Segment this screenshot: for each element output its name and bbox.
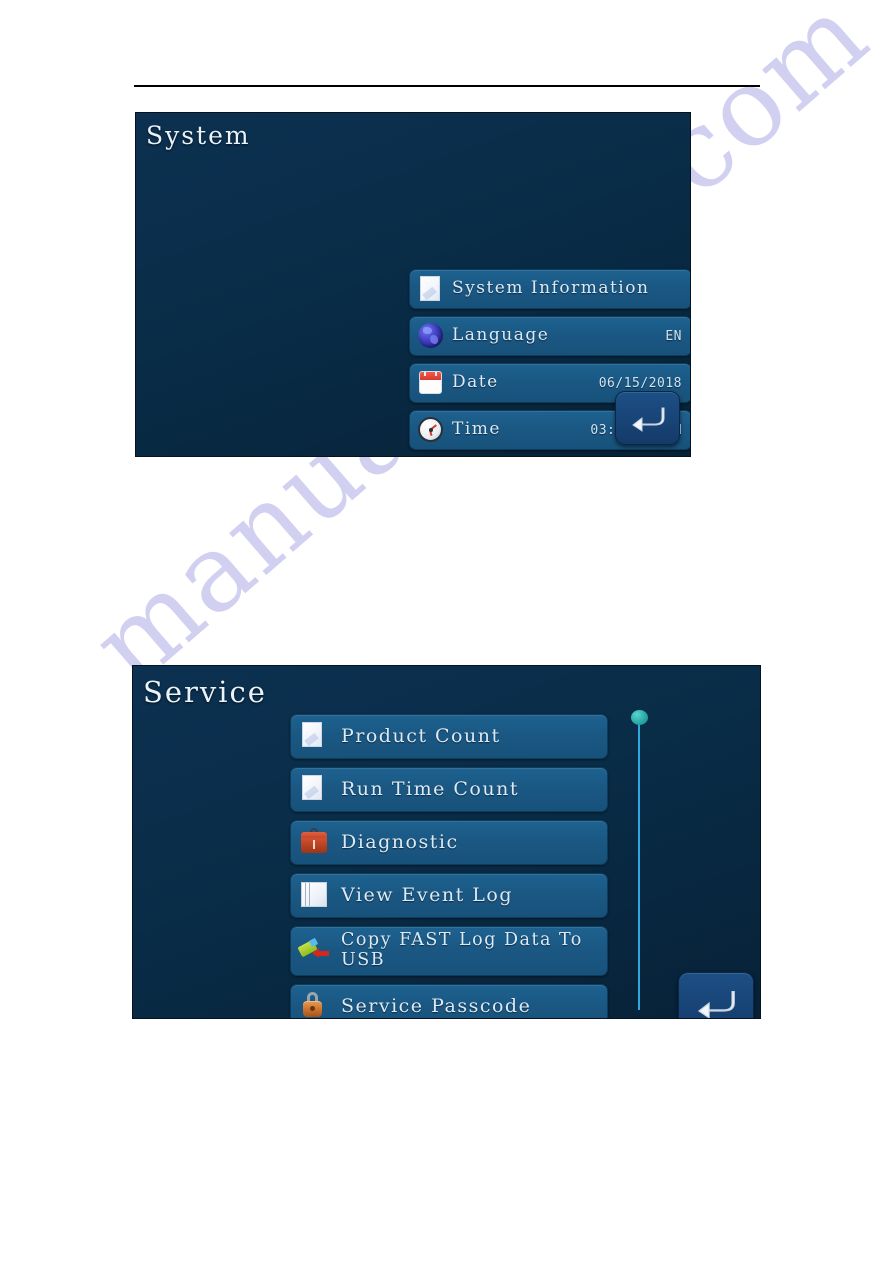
menu-item-diagnostic[interactable]: Diagnostic	[290, 820, 608, 865]
book-icon	[299, 880, 329, 911]
service-menu-list: Product Count Run Time Count Diagnostic …	[290, 714, 608, 1018]
document-icon	[299, 774, 329, 805]
page-horizontal-rule	[134, 85, 760, 87]
menu-item-label: Service Passcode	[341, 994, 532, 1017]
scrollbar-service[interactable]	[629, 710, 649, 1010]
menu-item-label: Language	[452, 325, 550, 346]
menu-item-label: System Information	[452, 278, 650, 299]
menu-item-system-information[interactable]: System Information	[409, 269, 690, 309]
document-icon	[299, 721, 329, 752]
scrollbar-knob[interactable]	[631, 710, 648, 725]
menu-item-service-passcode[interactable]: Service Passcode	[290, 984, 608, 1018]
page-title-service: Service	[143, 675, 267, 709]
menu-item-label: Copy FAST Log Data To USB	[341, 930, 583, 970]
clock-icon	[417, 416, 444, 444]
page-title-system: System	[146, 121, 251, 150]
system-screen-panel: System System Information Language EN Da…	[136, 113, 690, 456]
menu-item-label: Run Time Count	[341, 777, 519, 800]
return-arrow-icon	[628, 404, 668, 432]
menu-item-view-event-log[interactable]: View Event Log	[290, 873, 608, 918]
menu-item-value: 06/15/2018	[598, 375, 682, 391]
menu-item-language[interactable]: Language EN	[409, 316, 690, 356]
scrollbar-track	[638, 718, 640, 1010]
back-button[interactable]	[615, 391, 680, 445]
menu-item-label: Date	[452, 372, 499, 393]
service-screen-panel: Service Product Count Run Time Count Dia…	[133, 666, 760, 1018]
return-arrow-icon	[693, 987, 739, 1018]
globe-icon	[417, 322, 444, 350]
menu-item-value: EN	[665, 328, 682, 344]
menu-item-product-count[interactable]: Product Count	[290, 714, 608, 759]
menu-item-label: Product Count	[341, 724, 501, 747]
back-button[interactable]	[678, 972, 754, 1018]
document-icon	[417, 275, 444, 303]
calendar-icon	[417, 369, 444, 397]
menu-item-label: View Event Log	[341, 883, 513, 906]
menu-item-label: Diagnostic	[341, 830, 459, 853]
menu-item-run-time-count[interactable]: Run Time Count	[290, 767, 608, 812]
lock-icon	[299, 991, 329, 1018]
menu-item-copy-fast-log-data-to-usb[interactable]: Copy FAST Log Data To USB	[290, 926, 608, 976]
menu-item-label: Time	[452, 419, 501, 440]
usb-copy-icon	[297, 936, 329, 967]
toolbox-icon	[299, 827, 329, 858]
